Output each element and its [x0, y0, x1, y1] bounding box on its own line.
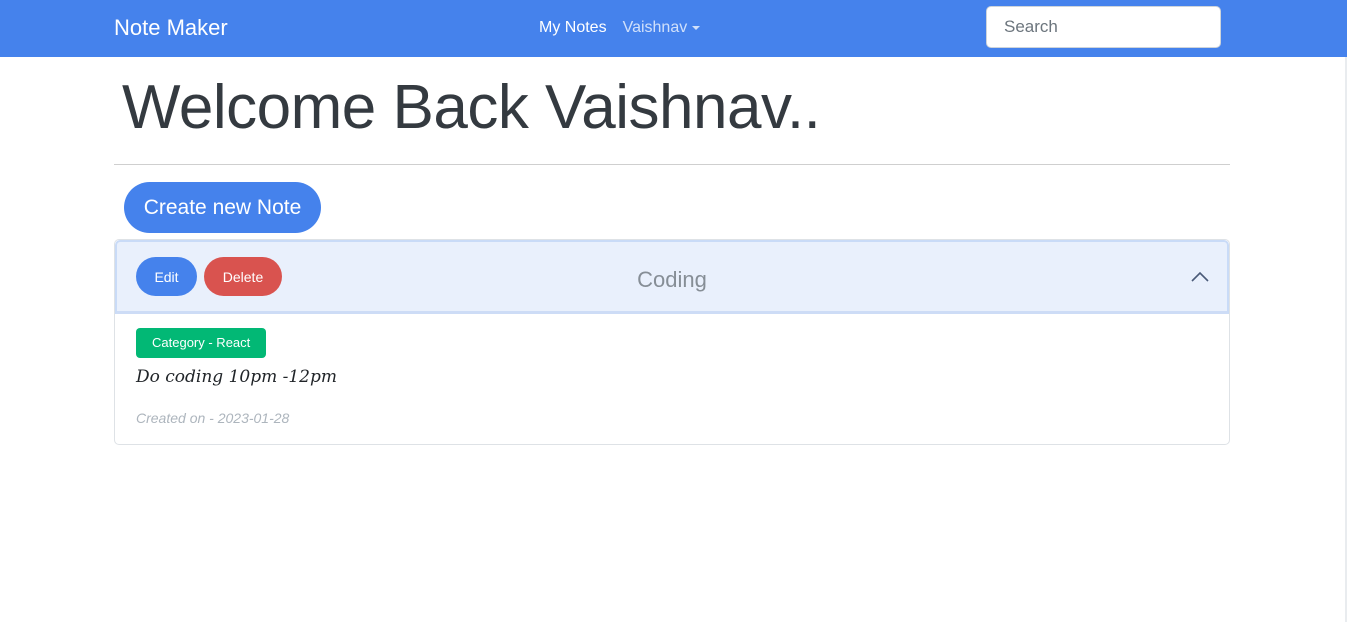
note-title: Coding — [637, 267, 707, 292]
chevron-up-icon[interactable] — [1191, 270, 1209, 282]
user-dropdown-label: Vaishnav — [622, 19, 688, 36]
user-dropdown[interactable]: Vaishnav — [623, 19, 701, 37]
brand-link[interactable]: Note Maker — [114, 15, 228, 41]
navbar: Note Maker My Notes Vaishnav — [0, 0, 1347, 57]
note-card: Edit Delete Coding Category - React Do c… — [114, 239, 1230, 445]
nav-links: My Notes Vaishnav — [539, 19, 701, 37]
create-note-button[interactable]: Create new Note — [124, 182, 321, 233]
note-content: Do coding 10pm -12pm — [136, 367, 337, 387]
divider — [114, 164, 1230, 165]
category-badge: Category - React — [136, 328, 267, 358]
nav-link-my-notes[interactable]: My Notes — [539, 19, 607, 37]
created-date: Created on - 2023-01-28 — [136, 410, 290, 426]
note-card-header[interactable]: Edit Delete Coding — [115, 240, 1229, 314]
page-title: Welcome Back Vaishnav.. — [122, 73, 821, 142]
search-input[interactable] — [986, 6, 1221, 48]
caret-down-icon — [692, 26, 701, 30]
